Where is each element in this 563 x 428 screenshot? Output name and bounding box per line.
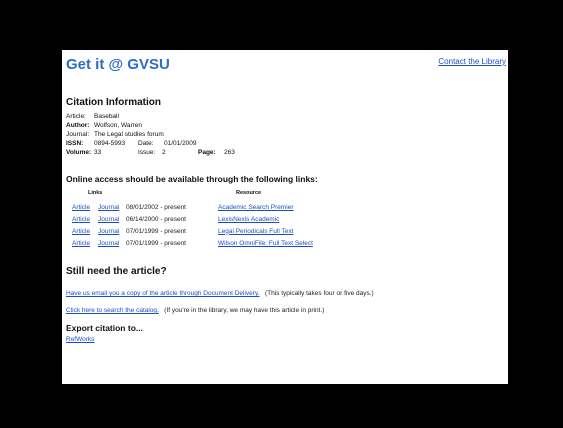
page-label: Page:: [198, 149, 216, 156]
article-link[interactable]: Article: [72, 204, 98, 211]
export-heading: Export citation to...: [66, 323, 143, 333]
resource-link[interactable]: Academic Search Premier: [218, 204, 294, 211]
contact-library-link[interactable]: Contact the Library: [438, 57, 506, 66]
links-table: Article Journal 08/01/2002 - present Aca…: [72, 201, 313, 249]
refworks-link[interactable]: RefWorks: [66, 336, 94, 343]
table-row: Article Journal 07/01/1999 - present Leg…: [72, 225, 313, 237]
article-label: Article:: [66, 113, 86, 120]
journal-value: The Legal studies forum: [94, 131, 164, 138]
issn-label: ISSN:: [66, 140, 84, 147]
volume-label: Volume:: [66, 149, 92, 156]
coverage-range: 07/01/1999 - present: [126, 239, 186, 247]
author-value: Wolfson, Warren: [94, 122, 143, 129]
document-delivery-line: Have us email you a copy of the article …: [66, 290, 374, 297]
article-value: Baseball: [94, 113, 119, 120]
issn-value: 0894-5993: [94, 140, 126, 147]
resource-link[interactable]: LexisNexis Academic: [218, 216, 279, 223]
resource-link[interactable]: Legal Periodicals Full Text: [218, 228, 293, 235]
browser-page: Get it @ GVSU Contact the Library Citati…: [62, 50, 508, 384]
document-delivery-link[interactable]: Have us email you a copy of the article …: [66, 290, 260, 297]
resource-column-header: Resource: [236, 190, 262, 196]
journal-link[interactable]: Journal: [98, 240, 126, 247]
coverage-range: 07/01/1999 - present: [126, 227, 186, 235]
coverage-range: 08/01/2002 - present: [126, 203, 186, 211]
table-row: Article Journal 07/01/1999 - present Wil…: [72, 237, 313, 249]
catalog-note: (If you're in the library, we may have t…: [160, 307, 325, 314]
table-row: Article Journal 08/01/2002 - present Aca…: [72, 201, 313, 213]
page-title: Get it @ GVSU: [66, 56, 170, 73]
date-value: 01/01/2009: [164, 140, 197, 147]
page-value: 263: [224, 149, 235, 156]
journal-link[interactable]: Journal: [98, 204, 126, 211]
coverage-range: 06/14/2000 - present: [126, 215, 186, 223]
journal-label: Journal:: [66, 131, 90, 138]
article-link[interactable]: Article: [72, 216, 98, 223]
journal-link[interactable]: Journal: [98, 228, 126, 235]
still-need-heading: Still need the article?: [66, 266, 167, 277]
citation-block: Article: Baseball Author: Wolfson, Warre…: [66, 112, 235, 157]
citation-heading: Citation Information: [66, 97, 161, 108]
resource-link[interactable]: Wilson OmniFile: Full Text Select: [218, 240, 313, 247]
article-link[interactable]: Article: [72, 240, 98, 247]
document-delivery-note: (This typically takes four or five days.…: [261, 290, 374, 297]
journal-link[interactable]: Journal: [98, 216, 126, 223]
article-link[interactable]: Article: [72, 228, 98, 235]
online-access-heading: Online access should be available throug…: [66, 174, 318, 184]
issue-label: Issue:: [138, 149, 156, 156]
table-row: Article Journal 06/14/2000 - present Lex…: [72, 213, 313, 225]
search-catalog-link[interactable]: Click here to search the catalog.: [66, 307, 159, 314]
catalog-line: Click here to search the catalog. (If yo…: [66, 307, 324, 314]
issue-value: 2: [162, 149, 166, 156]
date-label: Date:: [138, 140, 154, 147]
volume-value: 33: [94, 149, 102, 156]
links-column-header: Links: [88, 190, 103, 196]
author-label: Author:: [66, 122, 90, 129]
